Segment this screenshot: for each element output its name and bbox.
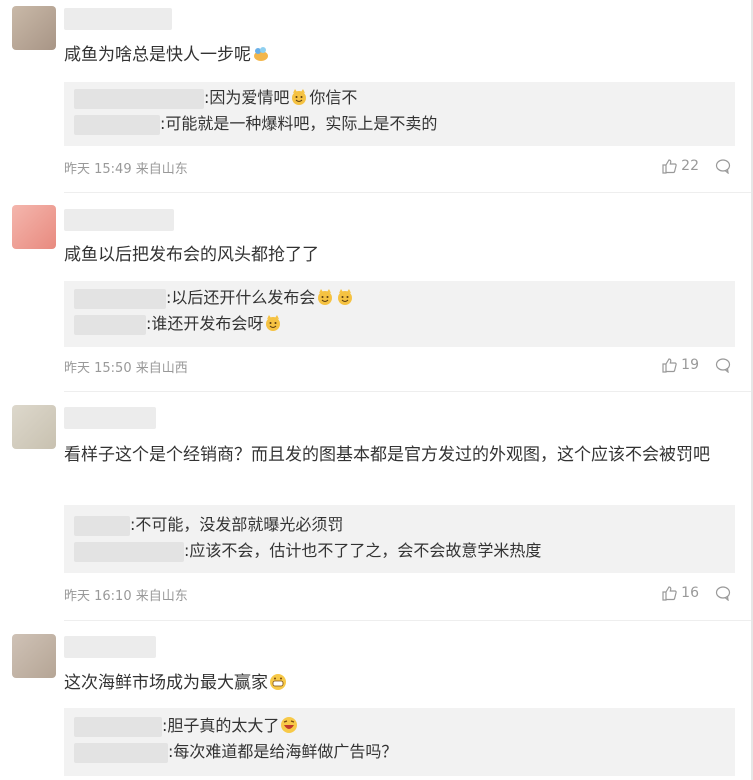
comment-item: 这次海鲜市场成为最大赢家 :胆子真的太大了 :每次难道都是给海鲜做广告吗？: [0, 622, 751, 780]
grinning-face-icon: [270, 674, 286, 690]
thumbs-up-icon: [662, 159, 677, 174]
comment-item: 咸鱼为啥总是快人一步呢 :因为爱情吧 你信不 :可能就是一种爆料吧，实际上是不卖的…: [0, 0, 751, 193]
comment-bubble-icon: [715, 358, 731, 373]
reply-line: :每次难道都是给海鲜做广告吗？: [74, 740, 397, 764]
reply-line: :不可能，没发部就曝光必须罚: [74, 513, 343, 537]
avatar[interactable]: [12, 6, 56, 50]
comment-meta: 昨天 16:10 来自山东: [64, 589, 188, 604]
like-button[interactable]: 19: [661, 357, 699, 373]
reply-line: :以后还开什么发布会: [74, 286, 355, 310]
reply-box: :不可能，没发部就曝光必须罚 :应该不会，估计也不了了之，会不会故意学米热度: [64, 505, 735, 573]
reply-username-blurred[interactable]: [74, 314, 146, 335]
like-count: 19: [681, 357, 699, 373]
comment-text: 这次海鲜市场成为最大赢家: [64, 668, 731, 698]
like-count: 22: [681, 158, 699, 174]
reply-line: :谁还开发布会呀: [74, 312, 283, 336]
reply-button[interactable]: [715, 158, 731, 174]
like-count: 16: [681, 585, 699, 601]
reply-box: :以后还开什么发布会 :谁还开发布会呀: [64, 281, 735, 347]
divider: [64, 391, 751, 392]
comment-text: 咸鱼为啥总是快人一步呢: [64, 40, 731, 70]
comment-bubble-icon: [715, 159, 731, 174]
reply-username-blurred[interactable]: [74, 742, 168, 763]
reply-username-blurred[interactable]: [74, 716, 162, 737]
avatar[interactable]: [12, 634, 56, 678]
cat-face-icon: [318, 289, 333, 305]
username-blurred[interactable]: [64, 407, 156, 429]
avatar[interactable]: [12, 405, 56, 449]
comment-meta: 昨天 15:50 来自山西: [64, 361, 188, 376]
avatar[interactable]: [12, 205, 56, 249]
reply-username-blurred[interactable]: [74, 515, 130, 536]
reply-username-blurred[interactable]: [74, 541, 184, 562]
reply-username-blurred[interactable]: [74, 88, 204, 109]
comment-actions: 16: [661, 583, 731, 603]
reply-username-blurred[interactable]: [74, 288, 166, 309]
username-blurred[interactable]: [64, 636, 156, 658]
snack-emoji-icon: [254, 47, 268, 61]
cat-face-icon: [266, 315, 281, 331]
comment-text: 咸鱼以后把发布会的风头都抢了了: [64, 245, 319, 265]
like-button[interactable]: 16: [661, 585, 699, 601]
username-blurred[interactable]: [64, 209, 174, 231]
reply-button[interactable]: [715, 357, 731, 373]
reply-box: :因为爱情吧 你信不 :可能就是一种爆料吧，实际上是不卖的: [64, 82, 735, 146]
thumbs-up-icon: [662, 586, 677, 601]
reply-username-blurred[interactable]: [74, 114, 160, 135]
cat-face-icon: [292, 89, 307, 105]
comment-bubble-icon: [715, 586, 731, 601]
reply-line: :应该不会，估计也不了了之，会不会故意学米热度: [74, 539, 541, 563]
reply-line: :胆子真的太大了: [74, 714, 299, 738]
comment-meta: 昨天 15:49 来自山东: [64, 162, 188, 177]
reply-line: :因为爱情吧 你信不: [74, 86, 357, 110]
comment-item: 看样子这个是个经销商？而且发的图基本都是官方发过的外观图，这个应该不会被罚吧 :…: [0, 393, 751, 622]
reply-box: :胆子真的太大了 :每次难道都是给海鲜做广告吗？: [64, 708, 735, 776]
reply-line: :可能就是一种爆料吧，实际上是不卖的: [74, 112, 437, 136]
comment-text: 看样子这个是个经销商？而且发的图基本都是官方发过的外观图，这个应该不会被罚吧: [64, 445, 710, 465]
cat-face-icon: [338, 289, 353, 305]
thumbs-up-icon: [662, 358, 677, 373]
laughing-face-icon: [281, 717, 298, 733]
comment-actions: 19: [661, 355, 731, 375]
comment-actions: 22: [661, 156, 731, 176]
comment-item: 咸鱼以后把发布会的风头都抢了了 :以后还开什么发布会 :谁还开发布会呀 昨天 1…: [0, 193, 751, 393]
username-blurred[interactable]: [64, 8, 172, 30]
reply-button[interactable]: [715, 585, 731, 601]
divider: [64, 620, 751, 621]
like-button[interactable]: 22: [661, 158, 699, 174]
